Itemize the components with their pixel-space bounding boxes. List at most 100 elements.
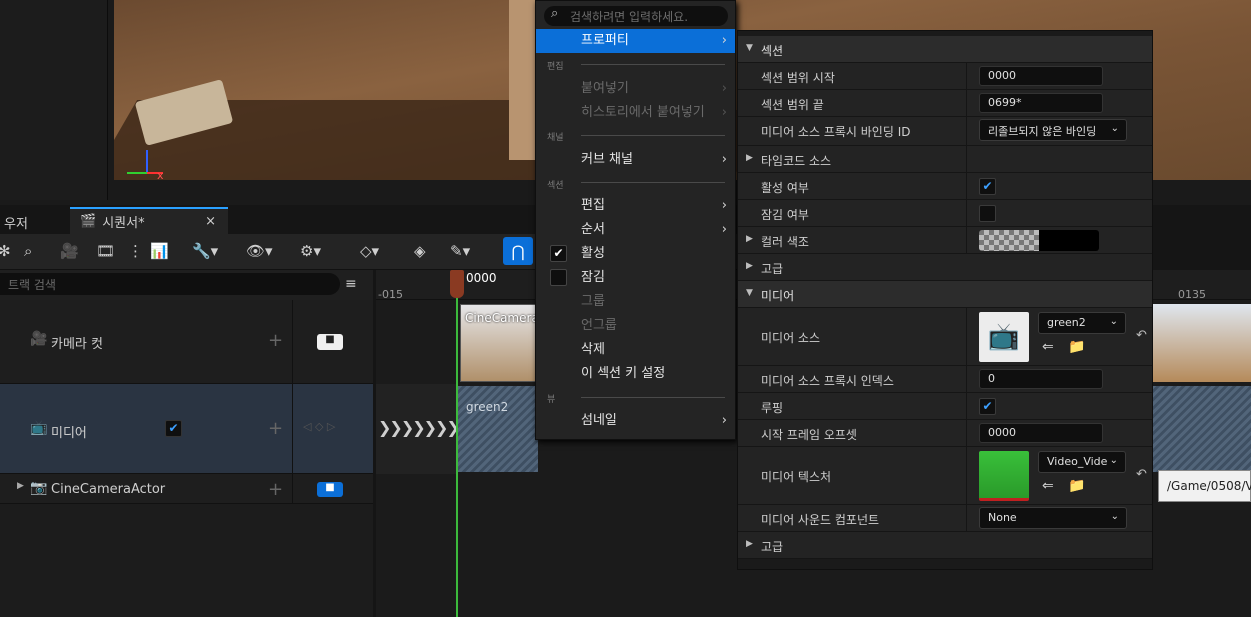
eye-icon[interactable]: 👁▾ xyxy=(246,242,273,260)
keyframe-icon[interactable]: ◇▾ xyxy=(360,242,379,260)
range-end-input[interactable]: 0699* xyxy=(979,93,1103,113)
pencil-icon[interactable]: ✎▾ xyxy=(450,242,470,260)
media-texture-thumbnail[interactable] xyxy=(979,451,1029,501)
add-icon[interactable]: + xyxy=(268,330,283,351)
media-source-dropdown[interactable]: green2 ⌄ xyxy=(1038,312,1126,334)
chevron-down-icon: ⌄ xyxy=(1107,123,1119,134)
menu-divider xyxy=(581,397,725,398)
media-source-thumbnail[interactable]: 📺 xyxy=(979,312,1029,362)
track-active-checkbox[interactable]: ✔ xyxy=(165,420,182,437)
menu-item-edit[interactable]: 편집 › xyxy=(536,194,735,218)
property-label: 고급 xyxy=(761,540,784,554)
media-section-clip-end[interactable] xyxy=(1152,386,1251,472)
track-row-cinecamera[interactable]: ▶ 📷 CineCameraActor + ■ xyxy=(0,474,373,504)
property-label: 컬러 색조 xyxy=(761,235,809,249)
row-proxy-index: 미디어 소스 프록시 인덱스 0 xyxy=(738,366,1152,393)
track-label: CineCameraActor xyxy=(51,482,166,497)
menu-item-paste[interactable]: 붙여넣기 › xyxy=(536,77,735,101)
camera-cut-clip[interactable]: CineCamera xyxy=(460,304,540,382)
menu-item-key-section[interactable]: 이 섹션 키 설정 xyxy=(536,362,735,386)
track-search-input[interactable]: 트랙 검색 xyxy=(0,273,340,295)
track-row-media[interactable]: 📺 미디어 ✔ + ◁ ◇ ▷ xyxy=(0,384,373,474)
menu-item-group[interactable]: 그룹 xyxy=(536,290,735,314)
start-offset-input[interactable]: 0000 xyxy=(979,423,1103,443)
camera-pilot-button[interactable]: ■ xyxy=(317,482,343,497)
color-swatch[interactable] xyxy=(979,230,1099,251)
menu-item-active[interactable]: ✔ 활성 xyxy=(536,242,735,266)
row-timecode-source[interactable]: ▶ 타임코드 소스 xyxy=(738,146,1152,173)
properties-details-panel: ▼ 섹션 섹션 범위 시작 0000 섹션 범위 끝 0699* 미디어 소스 … xyxy=(737,30,1153,570)
lock-checkbox[interactable] xyxy=(550,269,567,286)
tab-sequencer[interactable]: 🎬 시퀀서* × xyxy=(70,207,228,234)
proxy-binding-dropdown[interactable]: 리졸브되지 않은 바인딩 ⌄ xyxy=(979,119,1127,141)
menu-item-label: 그룹 xyxy=(581,294,605,309)
row-advanced-1[interactable]: ▶ 고급 xyxy=(738,254,1152,281)
menu-item-properties[interactable]: 프로퍼티 › xyxy=(536,29,735,53)
render-icon[interactable]: 🎞 xyxy=(96,242,115,260)
more-icon[interactable]: ⋮ xyxy=(128,242,143,260)
reset-arrow-icon[interactable]: ↶ xyxy=(1136,328,1147,343)
camera-cut-icon: 🎥 xyxy=(30,331,48,347)
tab-partial[interactable]: 우저 xyxy=(0,207,38,234)
chevron-down-icon: ⌄ xyxy=(1109,316,1118,327)
browse-asset-icon[interactable]: 📁 xyxy=(1068,478,1085,494)
playhead[interactable] xyxy=(450,270,464,298)
track-row-camera-cut[interactable]: 🎥 카메라 컷 + ■ xyxy=(0,300,373,384)
settings-icon[interactable]: ✻ xyxy=(0,242,11,260)
menu-item-label: 언그룹 xyxy=(581,318,617,333)
row-range-start: 섹션 범위 시작 0000 xyxy=(738,63,1152,90)
menu-item-curve-channel[interactable]: 커브 채널 › xyxy=(536,148,735,172)
find-icon[interactable]: ⌕ xyxy=(24,242,32,260)
expand-caret-icon: ▶ xyxy=(746,539,753,549)
clip-label: green2 xyxy=(466,400,509,414)
property-label: 시작 프레임 오프셋 xyxy=(761,428,857,442)
range-start-input[interactable]: 0000 xyxy=(979,66,1103,86)
menu-item-ungroup[interactable]: 언그룹 xyxy=(536,314,735,338)
media-texture-dropdown[interactable]: Video_Vide ⌄ xyxy=(1038,451,1126,473)
menu-item-label: 섬네일 xyxy=(581,413,617,428)
wrench-icon[interactable]: 🔧▾ xyxy=(192,242,218,260)
proxy-index-input[interactable]: 0 xyxy=(979,369,1103,389)
category-media[interactable]: ▼ 미디어 xyxy=(738,281,1152,308)
filter-icon[interactable]: ≡ xyxy=(345,276,357,292)
category-section[interactable]: ▼ 섹션 xyxy=(738,36,1152,63)
playback-options-icon[interactable]: ⚙▾ xyxy=(300,242,321,260)
track-controls: ■ xyxy=(292,474,369,503)
menu-search-input[interactable]: ⌕ 검색하려면 입력하세요. xyxy=(544,6,728,26)
menu-item-paste-history[interactable]: 히스토리에서 붙여넣기 › xyxy=(536,101,735,125)
add-icon[interactable]: + xyxy=(268,418,283,439)
chevron-down-icon: ⌄ xyxy=(1107,455,1118,466)
magnet-snap-button[interactable]: ⋂ xyxy=(503,237,533,265)
active-checkbox[interactable]: ✔ xyxy=(979,178,996,195)
active-checkbox[interactable]: ✔ xyxy=(550,245,567,262)
expand-arrow-icon[interactable]: ▶ xyxy=(17,481,24,491)
sound-component-dropdown[interactable]: None ⌄ xyxy=(979,507,1127,529)
media-section-clip[interactable]: green2 xyxy=(458,386,538,472)
row-advanced-2[interactable]: ▶ 고급 xyxy=(738,532,1152,559)
menu-item-order[interactable]: 순서 › xyxy=(536,218,735,242)
close-icon[interactable]: × xyxy=(205,214,216,229)
row-range-end: 섹션 범위 끝 0699* xyxy=(738,90,1152,117)
camera-lock-button[interactable]: ■ xyxy=(317,334,343,350)
use-selected-icon[interactable]: ⇐ xyxy=(1042,339,1054,355)
menu-item-label: 붙여넣기 xyxy=(581,81,629,96)
snap-icon[interactable]: ◈ xyxy=(414,242,426,260)
chart-icon[interactable]: 📊 xyxy=(150,242,169,260)
menu-item-thumbnail[interactable]: 섬네일 › xyxy=(536,409,735,433)
looping-checkbox[interactable]: ✔ xyxy=(979,398,996,415)
locked-checkbox[interactable] xyxy=(979,205,996,222)
browse-asset-icon[interactable]: 📁 xyxy=(1068,339,1085,355)
add-icon[interactable]: + xyxy=(268,479,283,500)
use-selected-icon[interactable]: ⇐ xyxy=(1042,478,1054,494)
camera-add-icon[interactable]: 🎥 xyxy=(60,242,79,260)
property-label: 루핑 xyxy=(761,401,784,415)
ruler-tick-start: -015 xyxy=(378,288,403,301)
row-media-texture: 미디어 텍스처 Video_Vide ⌄ ⇐ 📁 ↶ xyxy=(738,447,1152,505)
menu-item-label: 프로퍼티 xyxy=(581,33,629,48)
camera-icon: 📷 xyxy=(30,480,48,496)
key-nav-icon[interactable]: ◁ ◇ ▷ xyxy=(303,420,335,433)
reset-arrow-icon[interactable]: ↶ xyxy=(1136,467,1147,482)
menu-item-delete[interactable]: 삭제 xyxy=(536,338,735,362)
menu-item-lock[interactable]: 잠김 xyxy=(536,266,735,290)
camera-cut-clip-end[interactable] xyxy=(1152,304,1251,382)
